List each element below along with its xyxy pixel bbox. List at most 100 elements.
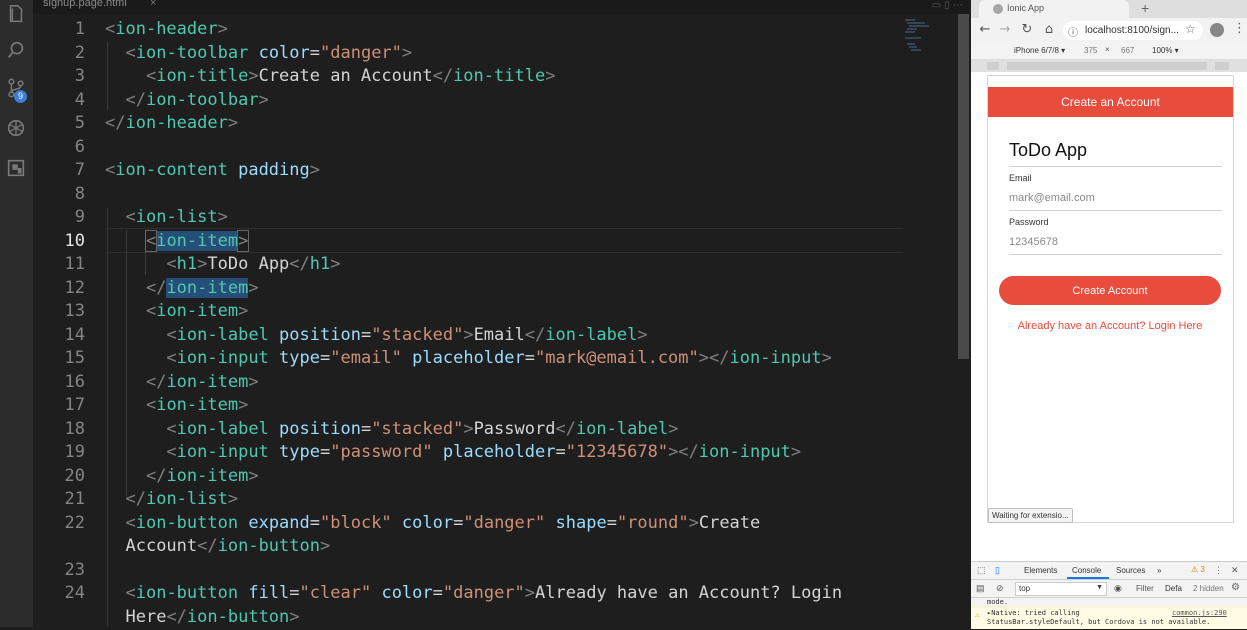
code-line[interactable]: </ion-item> <box>105 465 259 489</box>
device-viewport: Create an Account ToDo App Email Passwor… <box>987 75 1234 523</box>
code-token: > <box>248 278 259 298</box>
code-line[interactable]: <ion-title>Create an Account</ion-title> <box>105 65 555 89</box>
code-token: ion-header <box>125 113 228 133</box>
close-devtools-icon[interactable]: ✕ <box>1231 565 1239 576</box>
url-text[interactable]: localhost:8100/sign... <box>1085 25 1179 36</box>
code-token: = <box>309 513 321 533</box>
line-number: 16 <box>64 372 85 392</box>
code-token: > <box>197 254 208 274</box>
code-token: </ <box>105 113 126 133</box>
source-link[interactable]: common.js:290 <box>1172 609 1227 617</box>
code-token: = <box>320 442 331 462</box>
password-field[interactable] <box>1009 234 1219 250</box>
create-account-button[interactable]: Create Account <box>999 276 1221 305</box>
eye-icon[interactable]: ◉ <box>1114 583 1122 594</box>
console-filter-input[interactable]: Filter <box>1136 584 1154 593</box>
gear-icon[interactable]: ⚙ <box>1231 582 1240 593</box>
tab-elements[interactable]: Elements <box>1024 566 1057 575</box>
log-levels-select[interactable]: Defa <box>1165 584 1182 593</box>
code-line[interactable]: <ion-item> <box>105 300 248 324</box>
editor-scrollbar[interactable] <box>958 14 969 359</box>
line-number: 20 <box>64 466 85 486</box>
device-height[interactable]: 667 <box>1121 46 1134 55</box>
browser-menu-icon[interactable]: ⋮ <box>1233 21 1246 36</box>
code-line[interactable]: <ion-button fill="clear" color="danger">… <box>105 582 842 606</box>
code-line[interactable]: <ion-item> <box>105 394 248 418</box>
forward-icon[interactable]: → <box>997 22 1013 38</box>
profile-avatar[interactable] <box>1210 23 1224 37</box>
code-token: type <box>279 442 320 462</box>
code-line[interactable]: </ion-item> <box>105 371 259 395</box>
code-line-active[interactable]: <ion-item> <box>105 230 250 254</box>
console-message[interactable]: ▸Native: tried calling <box>987 609 1080 617</box>
address-bar[interactable]: ⓘ localhost:8100/sign... <box>1063 21 1203 40</box>
tab-close-icon[interactable]: × <box>150 0 156 9</box>
code-line[interactable]: <ion-header> <box>105 18 228 42</box>
code-token: > <box>524 583 536 603</box>
editor-actions-icon[interactable]: ▭ ▯ ⋯ <box>932 0 963 11</box>
ruler-segment[interactable] <box>1215 62 1229 70</box>
zoom-select[interactable]: 100% ▾ <box>1152 46 1179 55</box>
code-line[interactable]: <ion-button expand="block" color="danger… <box>105 512 760 536</box>
minimap[interactable] <box>905 18 955 58</box>
code-token: > <box>463 325 474 345</box>
warning-count-badge[interactable]: ⚠ 3 <box>1191 565 1205 574</box>
more-tabs-icon[interactable]: » <box>1157 566 1161 575</box>
code-token: Already have an Account? Login <box>535 583 843 603</box>
debug-icon[interactable] <box>4 116 28 140</box>
tab-console[interactable]: Console <box>1072 566 1101 575</box>
code-token-highlighted: ion-item <box>156 231 239 251</box>
code-token: "block" <box>320 513 392 533</box>
device-width[interactable]: 375 <box>1084 46 1097 55</box>
media-query-ruler[interactable] <box>971 60 1247 72</box>
email-field[interactable] <box>1009 190 1219 206</box>
bookmark-star-icon[interactable]: ☆ <box>1185 22 1196 36</box>
code-token: </ <box>166 607 187 627</box>
devtools-menu-icon[interactable]: ⋮ <box>1214 565 1223 576</box>
explorer-icon[interactable] <box>4 2 28 26</box>
new-tab-icon[interactable]: + <box>1141 0 1149 16</box>
code-line[interactable]: <ion-list> <box>105 206 227 230</box>
code-token: < <box>145 395 157 415</box>
code-token: < <box>166 442 177 462</box>
code-line[interactable]: <ion-toolbar color="danger"> <box>105 42 412 66</box>
code-token: placeholder <box>412 348 525 368</box>
ruler-segment[interactable] <box>987 62 999 70</box>
login-link-button[interactable]: Already have an Account? Login Here <box>999 318 1221 334</box>
tab-signup-page-html[interactable]: signup.page.html <box>43 0 127 9</box>
code-token: > <box>330 254 341 274</box>
sidebar-toggle-icon[interactable]: ▤ <box>976 583 985 594</box>
code-line[interactable]: <ion-label position="stacked">Password</… <box>105 418 678 442</box>
code-token: ion-item <box>156 301 239 321</box>
code-token: ion-button <box>135 513 239 533</box>
code-token: "stacked" <box>371 419 464 439</box>
info-icon[interactable]: ⓘ <box>1068 24 1078 39</box>
code-line-wrapped[interactable]: Account</ion-button> <box>105 535 330 559</box>
code-line[interactable]: <h1>ToDo App</h1> <box>105 253 341 277</box>
search-icon[interactable] <box>4 38 28 62</box>
clear-console-icon[interactable]: ⊘ <box>996 583 1004 594</box>
device-select[interactable]: iPhone 6/7/8 ▾ <box>1014 46 1065 55</box>
home-icon[interactable]: ⌂ <box>1041 22 1057 38</box>
code-line[interactable]: </ion-toolbar> <box>105 89 268 113</box>
inspect-icon[interactable]: ⬚ <box>977 565 986 576</box>
code-line[interactable]: </ion-item> <box>105 277 259 301</box>
code-line-wrapped[interactable]: Here</ion-button> <box>105 606 299 630</box>
context-select[interactable]: top ▼ <box>1015 582 1107 596</box>
browser-tab[interactable]: Ionic App <box>979 0 1129 18</box>
device-mode-icon[interactable]: ▯ <box>995 565 1000 576</box>
code-line[interactable]: </ion-header> <box>105 112 238 136</box>
code-token: ></ <box>668 442 699 462</box>
chevron-down-icon: ▼ <box>1096 584 1103 591</box>
ruler-segment[interactable] <box>1007 62 1207 70</box>
editor-tab-strip: signup.page.html × ▭ ▯ ⋯ <box>33 0 969 14</box>
tab-sources[interactable]: Sources <box>1116 566 1145 575</box>
code-line[interactable]: </ion-list> <box>105 488 238 512</box>
code-line[interactable]: <ion-input type="password" placeholder="… <box>105 441 801 465</box>
back-icon[interactable]: ← <box>977 22 993 38</box>
reload-icon[interactable]: ↻ <box>1019 22 1035 38</box>
code-line[interactable]: <ion-content padding> <box>105 159 320 183</box>
code-line[interactable]: <ion-input type="email" placeholder="mar… <box>105 347 831 371</box>
code-line[interactable]: <ion-label position="stacked">Email</ion… <box>105 324 647 348</box>
extensions-icon[interactable] <box>4 156 28 180</box>
